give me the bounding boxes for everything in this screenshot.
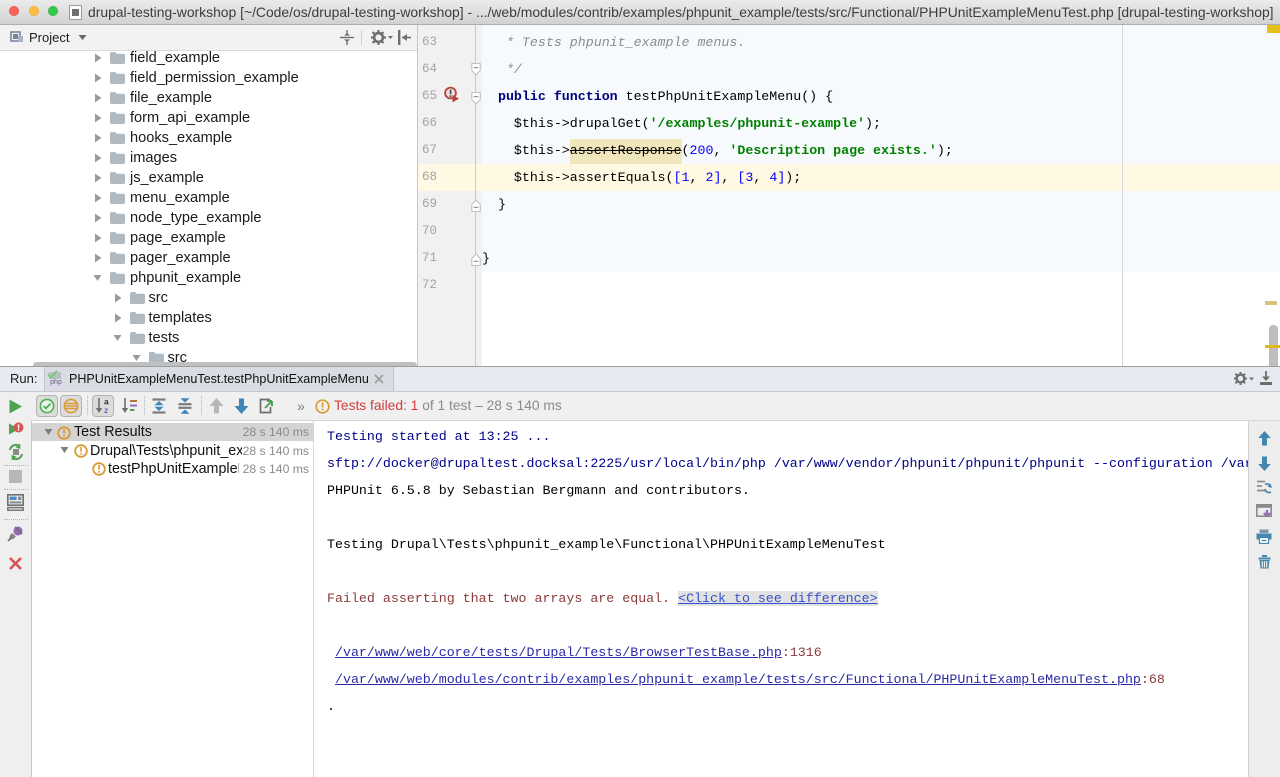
- svg-text:z: z: [104, 405, 108, 414]
